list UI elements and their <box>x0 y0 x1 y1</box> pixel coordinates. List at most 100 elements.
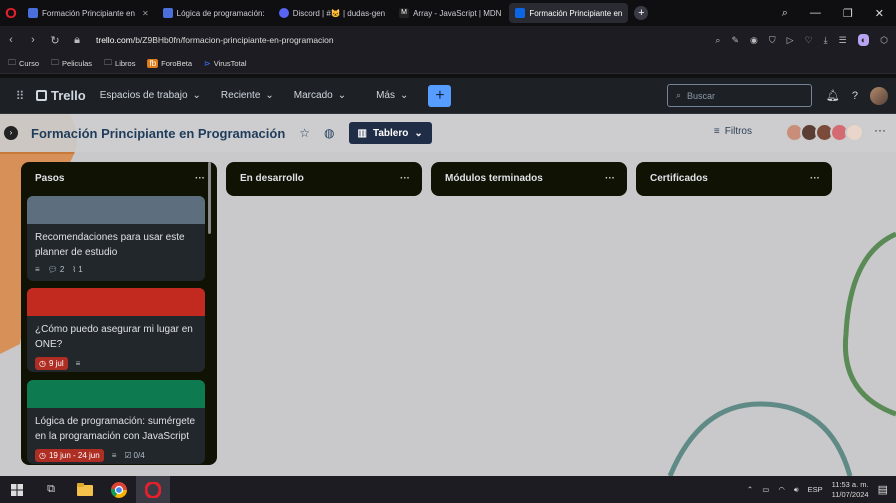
chevron-up-icon[interactable]: ⌃ <box>747 485 753 494</box>
tab-favicon-icon <box>28 8 38 18</box>
forobeta-icon: fb <box>147 59 159 68</box>
list-title[interactable]: Certificados <box>650 173 708 184</box>
maximize-button[interactable]: ❐ <box>843 7 853 20</box>
profile-icon[interactable]: ◐ <box>857 34 870 46</box>
board-members[interactable] <box>785 123 864 142</box>
browser-tab[interactable]: Discord | #😺 | dudas-gen <box>273 3 391 23</box>
board-menu-button[interactable]: ··· <box>874 123 886 137</box>
battery-icon[interactable]: ▭ <box>762 485 769 494</box>
sidebar-toggle-button[interactable]: › <box>4 126 18 140</box>
extensions-icon[interactable]: ⬡ <box>880 35 888 46</box>
browser-tab[interactable]: M Array - JavaScript | MDN <box>393 3 507 23</box>
opera-taskbar-icon[interactable] <box>136 476 170 503</box>
app-switcher-icon[interactable]: ⠿ <box>8 89 32 103</box>
board-header: › Formación Principiante en Programación… <box>0 114 896 152</box>
chevron-down-icon: ⌄ <box>337 90 347 101</box>
edit-icon[interactable]: ✎ <box>731 35 739 46</box>
card[interactable]: ¿Cómo puedo asegurar mi lugar en ONE? ◷ 9… <box>27 288 205 372</box>
filters-button[interactable]: ≡ Filtros <box>714 126 752 137</box>
opera-logo-icon[interactable]: O <box>0 0 22 26</box>
comment-icon: 💬︎ <box>47 265 58 274</box>
bookmark-libros[interactable]: 🗀 Libros <box>104 57 135 71</box>
card[interactable]: Lógica de programación: sumérgete en la … <box>27 380 205 464</box>
bookmark-forobeta[interactable]: fb ForoBeta <box>147 59 192 68</box>
bookmark-virustotal[interactable]: ⊳ VirusTotal <box>204 59 247 68</box>
list-menu-button[interactable]: ··· <box>605 173 615 184</box>
list-menu-button[interactable]: ··· <box>400 173 410 184</box>
trello-logo[interactable]: Trello <box>36 88 86 103</box>
menu-workspaces[interactable]: Espacios de trabajo ⌄ <box>100 90 201 101</box>
shield-icon[interactable]: ⛉ <box>769 35 776 46</box>
create-button[interactable]: + <box>428 84 452 107</box>
list-title[interactable]: Módulos terminados <box>445 173 543 184</box>
comment-count: 2 <box>59 265 65 274</box>
system-tray: ⌃ ▭ ◠ 🔊︎ ESP 11:53 a. m. 11/07/2024 ▤ <box>747 476 888 503</box>
help-icon[interactable]: ? <box>852 90 858 102</box>
search-input[interactable]: ⌕ Buscar <box>667 84 812 107</box>
minimize-button[interactable]: — <box>810 7 821 19</box>
bookmark-peliculas[interactable]: 🗀 Peliculas <box>51 57 92 71</box>
new-tab-button[interactable]: + <box>634 6 649 20</box>
due-date-badge[interactable]: ◷ 19 jun - 24 jun <box>35 449 104 462</box>
search-icon[interactable]: ⌕ <box>715 35 720 46</box>
windows-start-icon[interactable] <box>0 476 34 503</box>
list-menu-button[interactable]: ··· <box>810 173 820 184</box>
file-explorer-icon[interactable] <box>68 476 102 503</box>
folder-icon: 🗀 <box>8 57 16 67</box>
volume-icon[interactable]: 🔊︎ <box>794 485 799 495</box>
list-menu-button[interactable]: ··· <box>195 173 205 184</box>
back-button[interactable]: ‹ <box>0 34 22 46</box>
folder-icon: 🗀 <box>51 57 60 67</box>
search-icon[interactable]: ⌕ <box>782 7 788 20</box>
card-cover <box>27 196 205 224</box>
description-icon: ≡ <box>111 451 117 460</box>
menu-icon[interactable]: ☰ <box>839 35 847 46</box>
close-window-button[interactable]: ✕ <box>875 7 884 20</box>
menu-recent[interactable]: Reciente ⌄ <box>221 90 274 101</box>
notification-icon[interactable]: ▤ <box>878 483 888 496</box>
checklist-icon: ☑ <box>124 451 132 460</box>
board-canvas: › Formación Principiante en Programación… <box>0 114 896 476</box>
list-en-desarrollo: En desarrollo ··· <box>226 162 422 196</box>
list-scrollbar[interactable] <box>208 162 211 234</box>
card-title: ¿Cómo puedo asegurar mi lugar en ONE? <box>35 324 193 350</box>
reload-icon[interactable]: ↻ <box>44 34 66 47</box>
notifications-icon[interactable]: 🔔︎ <box>826 89 840 102</box>
language-indicator[interactable]: ESP <box>808 485 823 494</box>
tab-favicon-icon <box>162 8 173 18</box>
list-title[interactable]: En desarrollo <box>240 173 304 184</box>
task-view-icon[interactable]: ⧉ <box>34 476 68 503</box>
list-certificados: Certificados ··· <box>636 162 832 196</box>
card[interactable]: Recomendaciones para usar este planner d… <box>27 196 205 281</box>
card-cover <box>27 288 205 316</box>
play-icon[interactable]: ▷ <box>787 35 794 46</box>
list-pasos: Pasos ··· Recomendaciones para usar este … <box>21 162 217 465</box>
chevron-down-icon: ⌄ <box>192 90 201 101</box>
browser-tab[interactable]: Formación Principiante en ✕ <box>22 3 155 23</box>
avatar[interactable] <box>870 86 888 105</box>
wifi-icon[interactable]: ◠ <box>778 485 785 494</box>
forward-button[interactable]: › <box>22 34 44 46</box>
board-title[interactable]: Formación Principiante en Programación <box>31 126 285 141</box>
lock-icon[interactable]: 🔒︎ <box>66 34 88 47</box>
star-icon[interactable]: ☆ <box>299 126 310 140</box>
avatar[interactable] <box>845 123 864 142</box>
due-date-badge[interactable]: ◷ 9 jul <box>35 357 68 370</box>
menu-starred[interactable]: Marcado ⌄ <box>294 90 346 101</box>
url-field[interactable]: trello.com/b/Z9BHb0fn/formacion-principi… <box>96 35 334 45</box>
heart-icon[interactable]: ♡ <box>805 35 813 46</box>
bookmark-curso[interactable]: 🗀 Curso <box>8 57 39 71</box>
attachment-icon: ⌇ <box>72 265 77 274</box>
visibility-icon[interactable]: ◍ <box>324 126 334 140</box>
menu-more[interactable]: Más ⌄ <box>376 90 408 101</box>
camera-icon[interactable]: ◉ <box>750 35 758 46</box>
clock[interactable]: 11:53 a. m. 11/07/2024 <box>832 480 869 500</box>
chrome-icon[interactable] <box>102 476 136 503</box>
download-icon[interactable]: ⤓ <box>824 35 828 46</box>
close-icon[interactable]: ✕ <box>142 9 149 18</box>
view-switcher-button[interactable]: ▥ Tablero ⌄ <box>348 122 432 144</box>
browser-tab-active[interactable]: Formación Principiante en <box>509 3 629 23</box>
mdn-icon: M <box>399 8 410 18</box>
browser-tab[interactable]: Lógica de programación: <box>157 3 271 23</box>
list-title[interactable]: Pasos <box>35 173 64 184</box>
